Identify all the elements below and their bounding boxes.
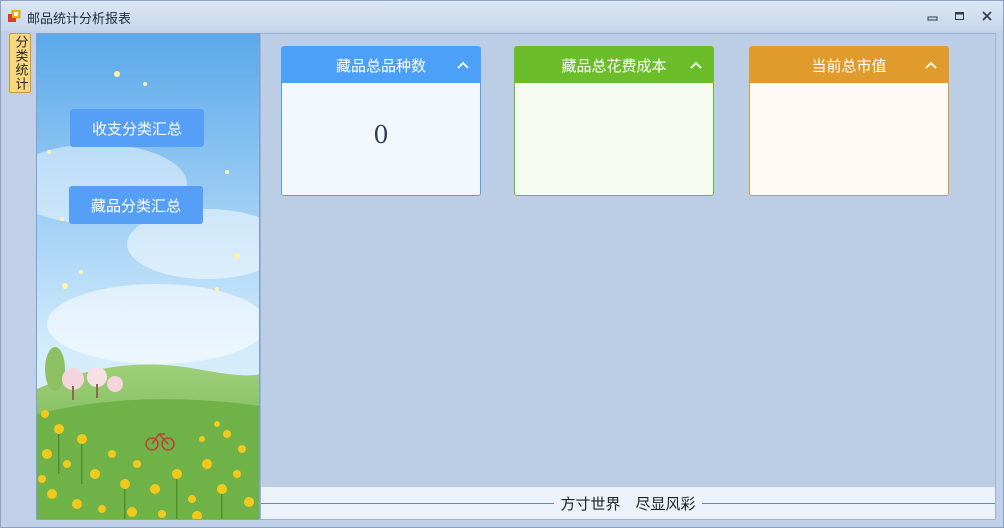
title-bar[interactable]: 邮品统计分析报表 <box>1 1 1003 31</box>
market-value-title: 当前总市值 <box>811 56 887 75</box>
collection-category-summary-label: 藏品分类汇总 <box>90 196 181 215</box>
total-cost-card-body <box>515 83 713 195</box>
total-cost-card: 藏品总花费成本 <box>514 46 714 196</box>
maximize-icon <box>955 12 964 20</box>
total-varieties-card-header[interactable]: 藏品总品种数 <box>282 47 480 83</box>
market-value-card: 当前总市值 <box>749 46 949 196</box>
left-nav-panel: 收支分类汇总 藏品分类汇总 <box>36 33 260 520</box>
side-tab-category-stats[interactable]: 分类统计 <box>9 33 31 93</box>
chevron-up-icon[interactable] <box>689 59 703 71</box>
footer-bar: 方寸世界 尽显风彩 <box>261 487 995 519</box>
market-value-card-body <box>750 83 948 195</box>
total-cost-title: 藏品总花费成本 <box>561 56 667 75</box>
total-varieties-card: 藏品总品种数 0 <box>281 46 481 196</box>
collection-category-summary-button[interactable]: 藏品分类汇总 <box>69 186 203 224</box>
side-tab-label: 分类统计 <box>12 35 28 91</box>
maximize-button[interactable] <box>949 7 971 25</box>
dashboard-panel: 藏品总品种数 0 藏品总花费成本 当前总市值 方寸世界 尽显风彩 <box>260 33 996 520</box>
total-varieties-card-body: 0 <box>282 83 480 195</box>
total-cost-card-header[interactable]: 藏品总花费成本 <box>515 47 713 83</box>
market-value-card-header[interactable]: 当前总市值 <box>750 47 948 83</box>
income-expense-summary-label: 收支分类汇总 <box>91 119 182 138</box>
spring-field-illustration <box>37 34 259 519</box>
total-varieties-title: 藏品总品种数 <box>335 56 426 75</box>
main-window: 邮品统计分析报表 分类统计 收支分类汇总 藏品分类汇总 藏品总品种数 0 藏品总… <box>0 0 1004 528</box>
minimize-icon <box>927 16 938 21</box>
total-varieties-value: 0 <box>373 121 389 149</box>
close-button[interactable] <box>976 7 998 25</box>
window-title: 邮品统计分析报表 <box>27 12 132 27</box>
footer-slogan: 方寸世界 尽显风彩 <box>554 495 702 513</box>
app-icon <box>8 10 21 22</box>
close-icon <box>982 11 992 21</box>
chevron-up-icon[interactable] <box>456 59 470 71</box>
income-expense-summary-button[interactable]: 收支分类汇总 <box>70 109 204 147</box>
chevron-up-icon[interactable] <box>924 59 938 71</box>
minimize-button[interactable] <box>922 7 944 25</box>
